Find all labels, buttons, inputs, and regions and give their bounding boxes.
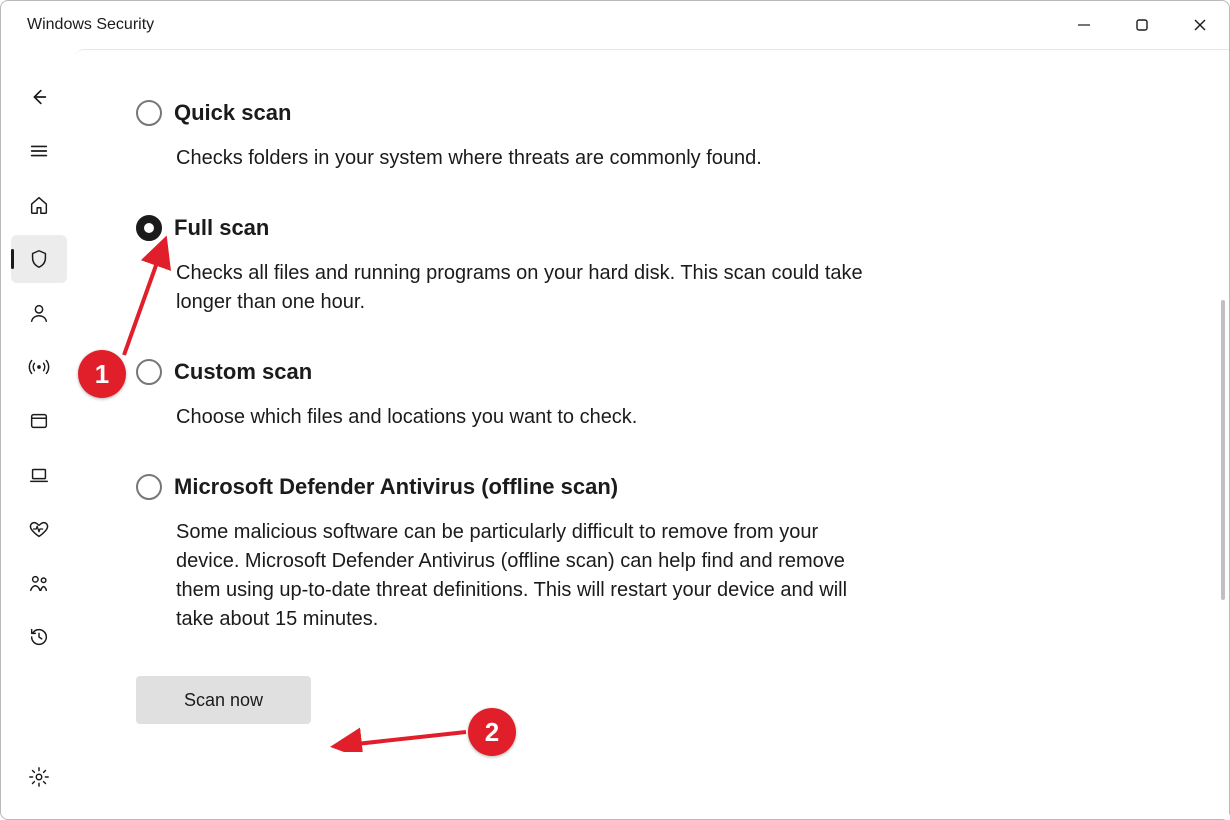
option-description: Choose which files and locations you wan… [176,403,876,432]
option-description: Checks all files and running programs on… [176,259,876,317]
close-icon [1193,18,1207,32]
window-controls [1055,1,1229,48]
scan-option-full[interactable]: Full scan Checks all files and running p… [136,215,876,317]
maximize-icon [1135,18,1149,32]
option-description: Checks folders in your system where thre… [176,144,876,173]
heart-rate-icon [28,518,50,540]
antenna-icon [28,356,50,378]
scrollbar[interactable] [1221,300,1225,600]
radio-quick-scan[interactable] [136,100,162,126]
sidebar-item-virus-protection[interactable] [11,235,67,283]
option-title: Custom scan [174,359,312,385]
option-description: Some malicious software can be particula… [176,518,876,634]
menu-button[interactable] [11,127,67,175]
annotation-badge-1: 1 [78,350,126,398]
sidebar-item-device-performance[interactable] [11,505,67,553]
option-title: Full scan [174,215,269,241]
window-title: Windows Security [27,16,154,34]
annotation-arrow-1 [106,225,186,365]
home-icon [28,194,50,216]
option-title: Microsoft Defender Antivirus (offline sc… [174,474,618,500]
scan-now-button[interactable]: Scan now [136,676,311,724]
hamburger-icon [28,140,50,162]
sidebar [1,49,76,819]
titlebar: Windows Security [1,1,1229,49]
laptop-icon [28,464,50,486]
person-icon [28,302,50,324]
close-button[interactable] [1171,1,1229,48]
sidebar-item-app-browser[interactable] [11,397,67,445]
shield-icon [28,248,50,270]
radio-offline-scan[interactable] [136,474,162,500]
sidebar-item-home[interactable] [11,181,67,229]
scan-option-quick[interactable]: Quick scan Checks folders in your system… [136,100,876,173]
content-area: Quick scan Checks folders in your system… [76,49,1229,819]
annotation-arrow-2 [326,722,476,752]
back-button[interactable] [11,73,67,121]
sidebar-item-settings[interactable] [11,753,67,801]
annotation-badge-2: 2 [468,708,516,756]
scan-options-panel: Quick scan Checks folders in your system… [76,50,1229,819]
gear-icon [28,766,50,788]
app-body: Quick scan Checks folders in your system… [1,49,1229,819]
family-icon [28,572,50,594]
sidebar-item-device-security[interactable] [11,451,67,499]
sidebar-item-account-protection[interactable] [11,289,67,337]
maximize-button[interactable] [1113,1,1171,48]
sidebar-item-firewall[interactable] [11,343,67,391]
option-title: Quick scan [174,100,291,126]
sidebar-item-family[interactable] [11,559,67,607]
history-icon [28,626,50,648]
scan-now-label: Scan now [184,690,263,711]
scan-option-offline[interactable]: Microsoft Defender Antivirus (offline sc… [136,474,876,634]
back-arrow-icon [28,86,50,108]
minimize-button[interactable] [1055,1,1113,48]
sidebar-item-history[interactable] [11,613,67,661]
window: Windows Security [0,0,1230,820]
window-icon [28,410,50,432]
minimize-icon [1077,18,1091,32]
scan-option-custom[interactable]: Custom scan Choose which files and locat… [136,359,876,432]
